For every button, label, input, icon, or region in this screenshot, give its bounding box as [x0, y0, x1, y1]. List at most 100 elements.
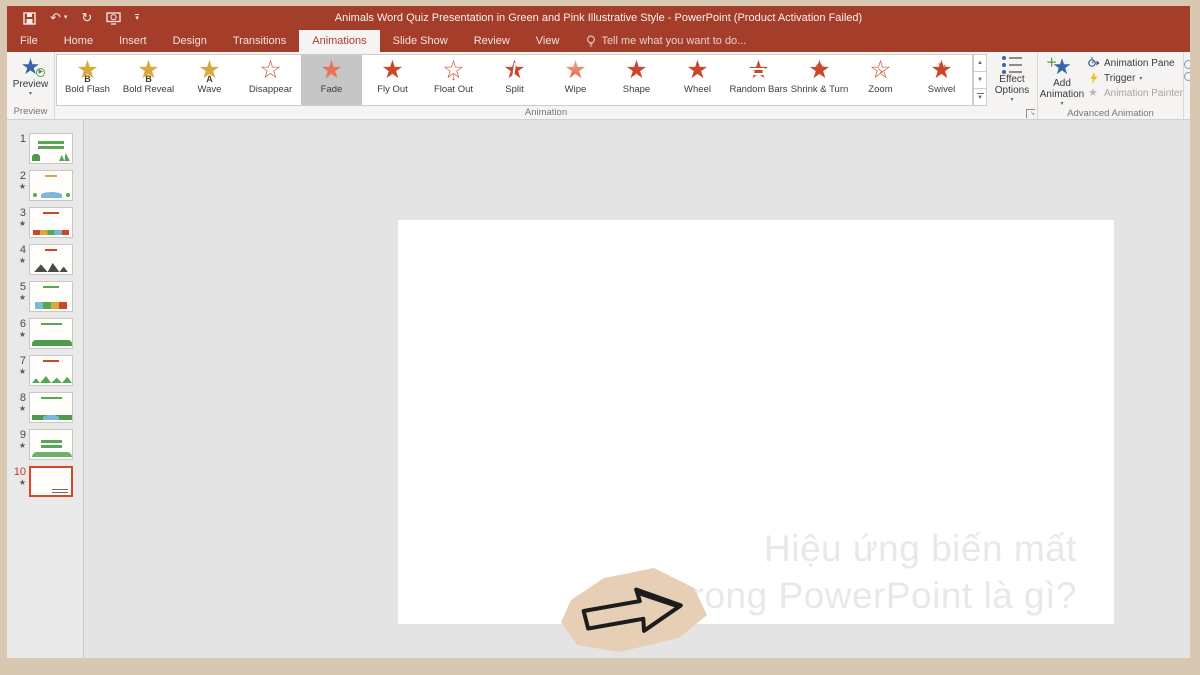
gallery-more-button[interactable]: ▼: [973, 89, 987, 106]
window-title: Animals Word Quiz Presentation in Green …: [7, 12, 1190, 24]
thumbnail-image[interactable]: [29, 207, 73, 238]
thumbnail-image[interactable]: [29, 392, 73, 423]
anim-shape[interactable]: ★☆Shape: [606, 55, 667, 105]
timing-group-clipped: [1184, 52, 1190, 119]
delay-clock-icon: [1184, 72, 1190, 81]
animation-star-indicator: ★: [19, 256, 26, 266]
anim-bold-flash[interactable]: ★BBold Flash: [57, 55, 118, 105]
slide-thumb-1[interactable]: 1: [13, 133, 83, 164]
animation-star-indicator: ★: [19, 293, 26, 303]
trigger-icon: [1088, 72, 1100, 84]
animation-star-indicator: ★: [19, 367, 26, 377]
gallery-scroll-down-button[interactable]: ▼: [973, 72, 987, 89]
slide-thumb-5[interactable]: 5★: [13, 281, 83, 312]
slide-thumb-6[interactable]: 6★: [13, 318, 83, 349]
anim-shrink-turn[interactable]: ★↷Shrink & Turn: [789, 55, 850, 105]
advanced-animation-group-label: Advanced Animation: [1038, 107, 1183, 120]
slide-thumb-8[interactable]: 8★: [13, 392, 83, 423]
tab-slide-show[interactable]: Slide Show: [380, 30, 461, 52]
thumbnail-image[interactable]: [29, 466, 73, 497]
add-animation-caret[interactable]: ▾: [1060, 100, 1063, 107]
slide-thumb-3[interactable]: 3★: [13, 207, 83, 238]
preview-dropdown-caret[interactable]: ▾: [29, 90, 32, 97]
animation-star-indicator: ★: [19, 404, 26, 414]
tell-me-box[interactable]: Tell me what you want to do...: [572, 30, 746, 52]
shape-icon: ★☆: [625, 57, 647, 84]
anim-bold-reveal[interactable]: ★BBold Reveal: [118, 55, 179, 105]
animation-star-indicator: ★: [19, 478, 26, 488]
fly-out-icon: ★↓: [381, 57, 403, 84]
undo-dropdown-caret[interactable]: ▾: [64, 11, 68, 25]
save-button[interactable]: [23, 12, 36, 25]
start-from-beginning-icon: [106, 12, 121, 25]
thumbnail-image[interactable]: [29, 244, 73, 275]
redo-button[interactable]: ↻: [81, 11, 92, 25]
bold-flash-icon: ★B: [76, 57, 98, 84]
thumbnail-image[interactable]: [29, 170, 73, 201]
hand-drawn-arrow-shape[interactable]: [559, 560, 709, 655]
anim-wipe[interactable]: ★Wipe: [545, 55, 606, 105]
start-from-beginning-button[interactable]: [106, 12, 121, 25]
quick-access-toolbar: ↶▾ ↻ ▾: [7, 11, 139, 25]
tab-transitions[interactable]: Transitions: [220, 30, 299, 52]
add-animation-button[interactable]: ★＋ Add Animation ▾: [1038, 52, 1086, 107]
thumbnail-image[interactable]: [29, 318, 73, 349]
lightbulb-icon: [586, 35, 596, 48]
ribbon-tab-row: File Home Insert Design Transitions Anim…: [7, 30, 1190, 52]
anim-random-bars[interactable]: ★Random Bars: [728, 55, 789, 105]
play-icon: ▶: [36, 68, 45, 77]
preview-group-label: Preview: [7, 105, 54, 119]
faded-text-line1: Hiệu ứng biến mất: [681, 525, 1077, 572]
gallery-scroll-up-button[interactable]: ▲: [973, 54, 987, 72]
disappear-icon: ☆: [259, 57, 281, 84]
anim-wheel[interactable]: ★Wheel: [667, 55, 728, 105]
slide-editing-area: Hiệu ứng biến mất trong PowerPoint là gì…: [84, 120, 1190, 658]
thumbnail-image[interactable]: [29, 429, 73, 460]
animation-dialog-launcher[interactable]: ↘: [1026, 109, 1035, 118]
anim-split[interactable]: ★Split: [484, 55, 545, 105]
anim-wave[interactable]: ★AWave: [179, 55, 240, 105]
title-bar: ↶▾ ↻ ▾ Animals Word Quiz Presentation in…: [7, 6, 1190, 30]
anim-float-out[interactable]: ☆↓Float Out: [423, 55, 484, 105]
anim-disappear[interactable]: ☆Disappear: [240, 55, 301, 105]
thumbnail-image[interactable]: [29, 355, 73, 386]
animation-star-indicator: ★: [19, 330, 26, 340]
thumbnail-image[interactable]: [29, 133, 73, 164]
animation-star-indicator: ★: [19, 219, 26, 229]
slide-thumb-7[interactable]: 7★: [13, 355, 83, 386]
preview-group: ★▶ Preview ▾ Preview: [7, 52, 55, 119]
duration-clock-icon: [1184, 60, 1190, 69]
slide-thumb-9[interactable]: 9★: [13, 429, 83, 460]
gallery-scrollbar: ▲ ▼ ▼: [973, 54, 987, 106]
thumbnail-image[interactable]: [29, 281, 73, 312]
slide-thumb-2[interactable]: 2★: [13, 170, 83, 201]
tab-file[interactable]: File: [7, 30, 51, 52]
shrink-and-turn-icon: ★↷: [808, 57, 830, 84]
slide-thumb-10[interactable]: 10★: [13, 466, 83, 497]
animation-pane-button[interactable]: Animation Pane: [1088, 57, 1183, 69]
trigger-caret[interactable]: ▾: [1139, 75, 1142, 82]
slide-canvas[interactable]: Hiệu ứng biến mất trong PowerPoint là gì…: [398, 220, 1114, 624]
trigger-button[interactable]: Trigger ▾: [1088, 72, 1183, 84]
anim-zoom[interactable]: ☆↘Zoom: [850, 55, 911, 105]
powerpoint-window: ↶▾ ↻ ▾ Animals Word Quiz Presentation in…: [7, 6, 1190, 658]
tab-animations[interactable]: Animations: [299, 30, 379, 52]
preview-button[interactable]: ★▶ Preview ▾: [7, 52, 54, 105]
tab-design[interactable]: Design: [160, 30, 220, 52]
anim-swivel[interactable]: ★↻Swivel: [911, 55, 972, 105]
slide-thumb-4[interactable]: 4★: [13, 244, 83, 275]
anim-fade[interactable]: ★Fade: [301, 55, 362, 105]
animation-painter-button: ★ Animation Painter: [1088, 87, 1183, 99]
tab-home[interactable]: Home: [51, 30, 106, 52]
anim-fly-out[interactable]: ★↓Fly Out: [362, 55, 423, 105]
animation-group: ★BBold Flash ★BBold Reveal ★AWave ☆Disap…: [55, 52, 1038, 119]
customize-qat-button[interactable]: ▾: [135, 14, 139, 23]
tab-insert[interactable]: Insert: [106, 30, 160, 52]
animation-group-label: Animation: [55, 106, 1037, 119]
effect-options-button[interactable]: Effect Options ▾: [987, 52, 1037, 106]
tab-view[interactable]: View: [523, 30, 573, 52]
effect-options-caret[interactable]: ▾: [1010, 96, 1013, 103]
slide-faded-text[interactable]: Hiệu ứng biến mất trong PowerPoint là gì…: [681, 525, 1077, 619]
tab-review[interactable]: Review: [461, 30, 523, 52]
undo-button[interactable]: ↶▾: [50, 11, 67, 25]
